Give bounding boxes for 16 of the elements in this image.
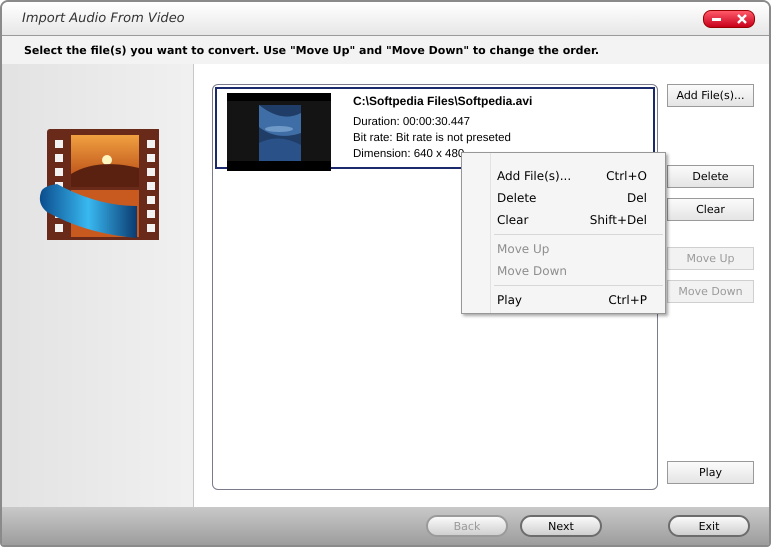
menu-item[interactable]: Clear Shift+Del [462,209,665,231]
window-title: Import Audio From Video [22,11,185,26]
side-button[interactable]: Add File(s)... [667,84,754,107]
instruction-text: Select the file(s) you want to convert. Use "Move Up" and "Move Down" to change the order. [23,42,600,58]
minimize-icon[interactable] [710,16,722,22]
nav-button[interactable]: Next [520,515,602,537]
nav-button[interactable]: Exit [668,515,750,537]
duration-text: Duration: 00:00:30.447 [353,115,472,130]
side-button[interactable]: Clear [667,198,754,221]
side-button[interactable]: Delete [667,165,754,188]
side-button[interactable]: Play [667,461,754,484]
bit-rate-text: Bit rate: Bit rate is not preseted [353,131,512,146]
menu-item[interactable]: Play Ctrl+P [462,289,665,311]
close-icon[interactable] [736,12,748,24]
menu-item[interactable]: Delete Del [462,187,665,209]
file-path: C:\Softpedia Files\Softpedia.avi [353,94,532,108]
